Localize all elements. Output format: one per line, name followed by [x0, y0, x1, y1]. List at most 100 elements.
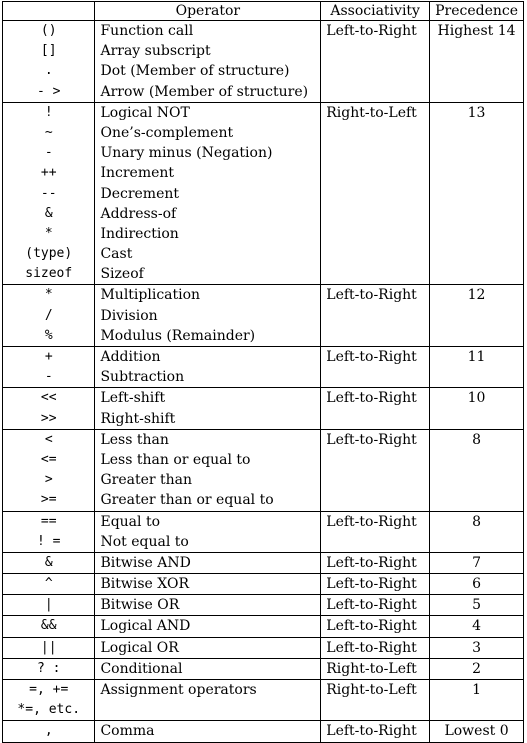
- operator-symbols-cell: * /%: [1, 284, 96, 347]
- operator-symbols-cell: < <= > >=: [1, 428, 96, 512]
- header-associativity: Associativity: [320, 1, 431, 21]
- operator-symbols-cell: ! ~ - ++ -- & * (type) sizeof: [1, 101, 96, 286]
- operator-symbols-cell: &: [1, 551, 96, 575]
- associativity-cell: Left-to-Right: [320, 428, 431, 512]
- operator-description: Increment: [100, 165, 175, 182]
- header-operator: Operator: [94, 1, 322, 21]
- operator-symbol: ,: [44, 723, 53, 739]
- operator-description: Sizeof: [100, 266, 144, 283]
- precedence-cell: 1: [429, 679, 524, 722]
- operator-description: Unary minus (Negation): [100, 145, 273, 162]
- precedence-cell: 10: [429, 387, 524, 430]
- operator-description: Dot (Member of structure): [100, 63, 290, 80]
- precedence-cell: 8: [429, 428, 524, 512]
- operator-description: Bitwise AND: [100, 554, 191, 571]
- operator-descriptions-cell: Bitwise AND: [94, 551, 322, 575]
- operator-symbols-cell: ? :: [1, 657, 96, 681]
- operator-descriptions-cell: Left-shift Right-shift: [94, 387, 322, 430]
- operator-symbol: -: [44, 369, 53, 385]
- operator-description: Address-of: [100, 205, 177, 222]
- operator-symbol: ==: [40, 513, 57, 529]
- operator-symbol: >>: [40, 410, 57, 426]
- precedence-cell: 7: [429, 551, 524, 575]
- operator-symbol: &: [44, 205, 53, 221]
- precedence-cell: 12: [429, 284, 524, 347]
- operator-descriptions-cell: Addition Subtraction: [94, 345, 322, 389]
- operator-symbol: ~: [44, 124, 53, 140]
- operator-descriptions-cell: Function call Array subscript Dot (Member …: [94, 20, 322, 103]
- operator-symbol: >=: [40, 492, 57, 508]
- associativity-cell: Right-to-Left: [320, 101, 431, 286]
- table-body: () []. - > Function call Array subscript Dot …: [1, 20, 524, 743]
- operator-symbol: .: [44, 63, 53, 79]
- operator-symbol: --: [40, 185, 57, 201]
- table-row: , Comma Left-to-Right Lowest 0: [1, 720, 524, 743]
- operator-symbol: =, +=: [29, 682, 69, 698]
- operator-symbol: &&: [40, 618, 57, 634]
- operator-description: Subtraction: [100, 369, 185, 386]
- operator-symbol: ? :: [36, 660, 61, 676]
- operator-description: Equal to: [100, 513, 160, 530]
- operator-description: Array subscript: [100, 43, 211, 60]
- associativity-cell: Right-to-Left: [320, 679, 431, 722]
- operator-symbol: /: [44, 307, 53, 323]
- associativity-cell: Left-to-Right: [320, 615, 431, 638]
- operator-descriptions-cell: Less than Less than or equal to Greater th…: [94, 428, 322, 512]
- operator-description: Modulus (Remainder): [100, 327, 256, 344]
- operator-symbol: *: [44, 287, 53, 303]
- operator-symbols-cell: + -: [1, 345, 96, 389]
- table-row: ! ~ - ++ -- & * (type) sizeof Logical NOT One’s-co…: [1, 101, 524, 286]
- operator-symbol: sizeof: [25, 266, 73, 282]
- operator-descriptions-cell: Bitwise OR: [94, 594, 322, 617]
- precedence-cell: 2: [429, 657, 524, 681]
- operator-symbols-cell: ^: [1, 573, 96, 596]
- associativity-cell: Right-to-Left: [320, 657, 431, 681]
- table-row: < <= > >= Less than Less than or equal to Grea…: [1, 428, 524, 512]
- operator-description: Logical AND: [100, 618, 191, 635]
- operator-symbol: >: [44, 472, 53, 488]
- table-row: << >> Left-shift Right-shift Left-to-Right 10: [1, 387, 524, 430]
- operator-description: Arrow (Member of structure): [100, 83, 309, 100]
- operator-description: Indirection: [100, 225, 179, 242]
- operator-symbol: +: [44, 349, 53, 364]
- table-row: + - Addition Subtraction Left-to-Right 11: [1, 345, 524, 389]
- operator-symbols-cell: ,: [1, 720, 96, 743]
- associativity-cell: Left-to-Right: [320, 345, 431, 389]
- precedence-cell: 4: [429, 615, 524, 638]
- precedence-cell: 6: [429, 573, 524, 596]
- table-row: ? : Conditional Right-to-Left 2: [1, 657, 524, 681]
- operator-descriptions-cell: Assignment operators: [94, 679, 322, 722]
- operator-symbols-cell: &&: [1, 615, 96, 638]
- operator-description: Right-shift: [100, 410, 176, 427]
- operator-symbol: ++: [40, 165, 57, 181]
- operator-description: Division: [100, 307, 158, 324]
- associativity-cell: Left-to-Right: [320, 636, 431, 659]
- operator-descriptions-cell: Logical OR: [94, 636, 322, 659]
- operator-symbol: <<: [40, 390, 57, 406]
- precedence-cell: 8: [429, 510, 524, 553]
- precedence-cell: Highest 14: [429, 20, 524, 103]
- header-row: Operator Associativity Precedence: [1, 1, 524, 21]
- operator-descriptions-cell: Logical AND: [94, 615, 322, 638]
- operator-symbols-cell: =, += *=, etc.: [1, 679, 96, 722]
- operator-description: Bitwise OR: [100, 597, 180, 614]
- header-symbol: [1, 1, 96, 21]
- operator-symbols-cell: == ! =: [1, 510, 96, 553]
- operator-symbol: -: [44, 145, 53, 161]
- operator-description: Less than: [100, 431, 169, 448]
- operator-symbol: |: [44, 597, 53, 613]
- operator-description: Logical NOT: [100, 104, 190, 121]
- operator-symbol: (type): [25, 246, 73, 262]
- associativity-cell: Left-to-Right: [320, 284, 431, 347]
- operator-symbol: %: [44, 327, 53, 343]
- operator-symbol: *: [44, 225, 53, 241]
- operator-description: Logical OR: [100, 639, 179, 656]
- associativity-cell: Left-to-Right: [320, 720, 431, 743]
- operator-descriptions-cell: Comma: [94, 720, 322, 743]
- operator-description: Less than or equal to: [100, 451, 251, 468]
- operator-description: Function call: [100, 23, 194, 39]
- table-row: == ! = Equal to Not equal to Left-to-Right 8: [1, 510, 524, 553]
- operator-description: Conditional: [100, 660, 183, 677]
- table-row: ^ Bitwise XOR Left-to-Right 6: [1, 573, 524, 596]
- operator-description: Cast: [100, 246, 133, 263]
